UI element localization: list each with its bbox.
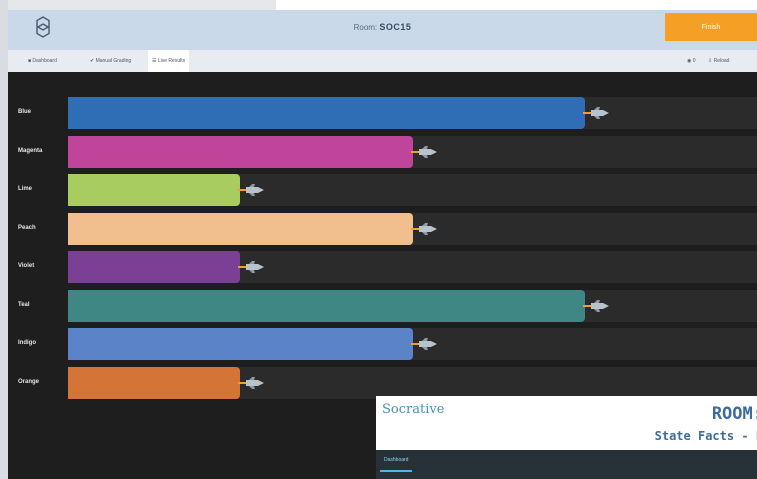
progress-bar [68, 328, 413, 360]
team-label: Magenta [18, 147, 43, 154]
race-track [68, 212, 757, 245]
finish-button[interactable]: Finish [665, 13, 757, 41]
nav-live-results[interactable]: ☰ Live Results [148, 50, 190, 72]
race-track [68, 174, 757, 206]
overlay-room-title: ROOM: [711, 404, 757, 424]
team-label: Lime [18, 186, 33, 192]
race-track [68, 328, 757, 360]
progress-bar [68, 212, 413, 245]
team-label: Peach [18, 224, 36, 231]
rocket-icon [238, 376, 266, 390]
top-bar: Room: SOC15 Finish [8, 0, 757, 50]
overlay-window: Socrative ROOM: State Facts - F Dashboar… [376, 396, 757, 479]
overlay-nav-bar [376, 450, 757, 479]
progress-bar [68, 174, 240, 206]
race-track [68, 289, 757, 322]
rocket-icon [238, 260, 266, 274]
room-code: SOC15 [379, 22, 412, 32]
overlay-tab-dashboard[interactable]: Dashboard [380, 454, 413, 472]
room-prefix: Room: [353, 23, 378, 32]
room-name: Room: SOC15 [8, 22, 757, 32]
rocket-icon [583, 299, 611, 313]
race-track [68, 251, 757, 283]
rocket-icon [411, 145, 439, 159]
team-label: Blue [18, 109, 32, 115]
rocket-icon [411, 222, 439, 236]
progress-bar [68, 366, 240, 399]
nav-users-count[interactable]: ◉ 0 [687, 50, 696, 72]
socrative-logo: Socrative [382, 402, 445, 417]
progress-bar [68, 97, 585, 129]
team-label: Violet [18, 263, 35, 269]
progress-bar [68, 251, 240, 283]
progress-bar [68, 135, 413, 168]
nav-dashboard[interactable]: ■ Dashboard [28, 50, 57, 72]
team-label: Teal [18, 301, 30, 308]
nav-manual-grading[interactable]: ✔ Manual Grading [90, 50, 131, 72]
rocket-icon [411, 337, 439, 351]
sub-navigation: ■ Dashboard ✔ Manual Grading ☰ Live Resu… [8, 50, 757, 72]
race-track [68, 366, 757, 399]
race-track [68, 135, 757, 168]
rocket-icon [238, 183, 266, 197]
team-label: Indigo [18, 340, 36, 346]
overlay-subtitle: State Facts - F [654, 429, 757, 443]
race-track [68, 97, 757, 129]
progress-bar [68, 289, 585, 322]
rocket-icon [583, 106, 611, 120]
nav-reload[interactable]: ⇩ Reload [708, 50, 729, 72]
team-label: Orange [18, 378, 40, 385]
